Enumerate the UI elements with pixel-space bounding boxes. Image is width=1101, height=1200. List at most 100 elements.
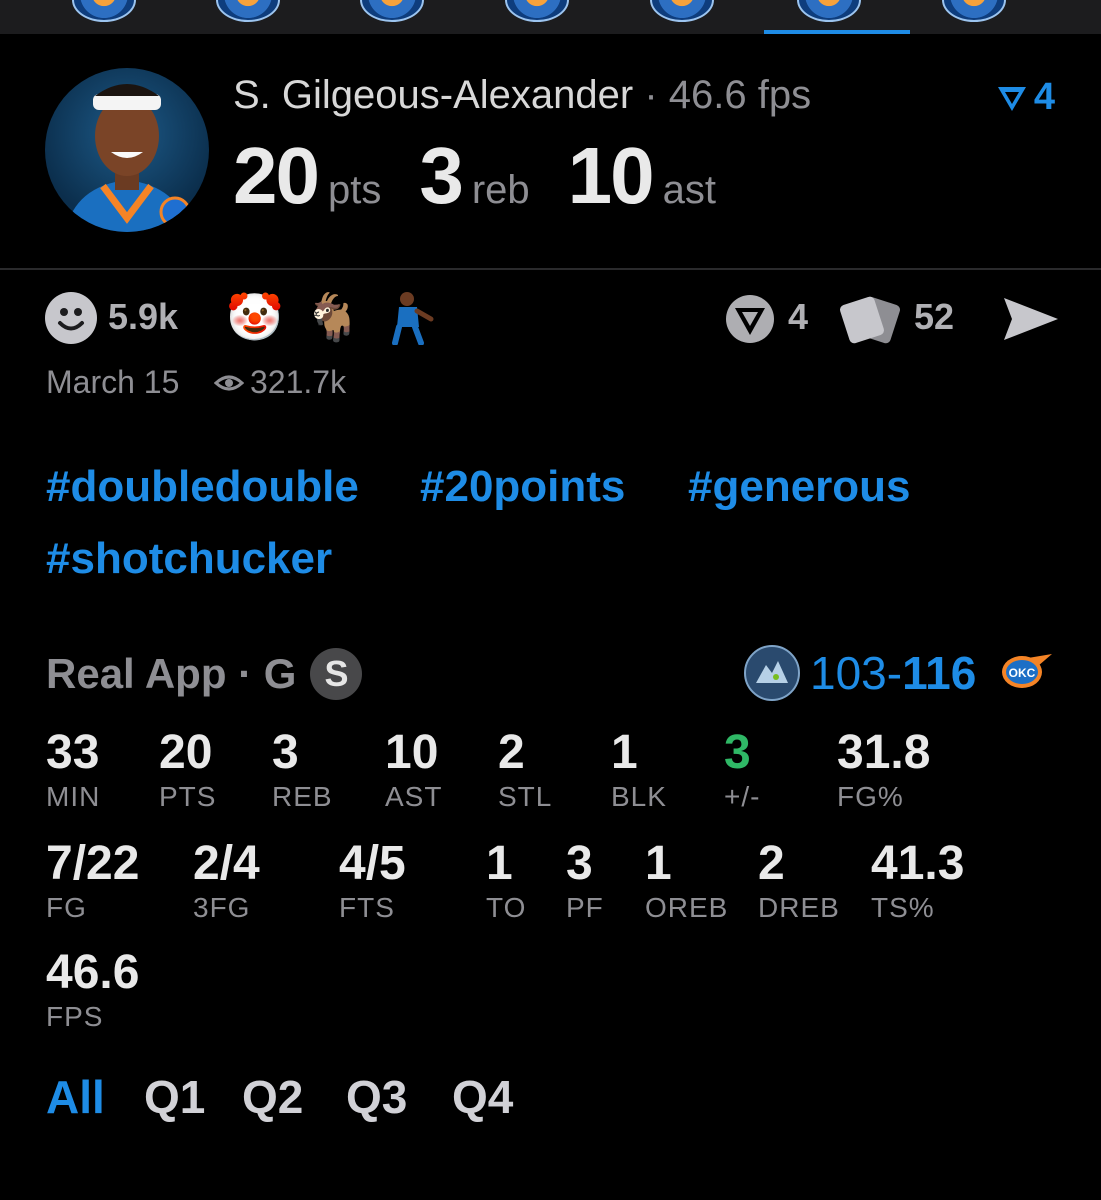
game-thumbnail-icon[interactable] (360, 0, 424, 22)
team-score: 116 (902, 647, 977, 699)
source-badge: S (310, 648, 363, 700)
stat-value: 33 (46, 726, 100, 779)
stat-fts: 4/5 FTS (339, 838, 406, 926)
clown-face-icon[interactable]: 🤡 (226, 290, 283, 344)
reaction-count[interactable]: 5.9k (108, 296, 178, 338)
hashtag[interactable]: #doubledouble (46, 462, 359, 512)
stat-label: 3FG (193, 892, 251, 923)
team-logo-icon: OKC (998, 650, 1054, 692)
game-thumbnail-icon[interactable] (650, 0, 714, 22)
tab-all[interactable]: All (46, 1070, 105, 1124)
eye-icon (214, 375, 244, 390)
view-count: 321.7k (214, 364, 346, 401)
stat-fps: 46.6 FPS (46, 947, 139, 1035)
player-name-line: S. Gilgeous-Alexander · 46.6 fps (233, 73, 811, 118)
stat-value: 2 (498, 726, 525, 779)
opponent-score: 103 (810, 647, 887, 699)
stat-value: 7/22 (46, 837, 140, 890)
stat-label: MIN (46, 781, 101, 812)
share-icon[interactable] (1002, 296, 1060, 342)
stat-value: 46.6 (46, 946, 140, 999)
rank-value: 4 (1033, 76, 1055, 118)
stat-value: 20 (159, 726, 213, 779)
stat-blk: 1 BLK (611, 727, 667, 815)
rebounds-value: 3 (419, 131, 463, 220)
stat-label: +/- (724, 781, 761, 812)
stat-pf: 3 PF (566, 838, 604, 926)
cards-count: 52 (914, 296, 955, 337)
stat-label: REB (272, 781, 333, 812)
stat-oreb: 1 OREB (645, 838, 728, 926)
goat-icon[interactable]: 🐐 (304, 290, 361, 344)
post-date: March 15 (46, 364, 180, 400)
stat-stl: 2 STL (498, 727, 552, 815)
stat-min: 33 MIN (46, 727, 100, 815)
source-label: Real App · G (46, 650, 297, 697)
selected-game-indicator (764, 30, 910, 34)
tab-q2[interactable]: Q2 (242, 1070, 303, 1124)
stat-label: AST (385, 781, 443, 812)
game-thumbnail-icon[interactable] (797, 0, 861, 22)
stat-value: 1 (486, 837, 513, 890)
game-thumbnail-icon[interactable] (505, 0, 569, 22)
headline-stats: 20 pts 3 reb 10 ast (233, 130, 754, 222)
player-headshot-icon (65, 84, 191, 232)
stat-label: BLK (611, 781, 667, 812)
tab-q4[interactable]: Q4 (452, 1070, 513, 1124)
fire-reaction-icon[interactable] (724, 293, 776, 345)
stat-plus-minus: 3 +/- (724, 727, 760, 815)
hashtag[interactable]: #shotchucker (46, 534, 332, 584)
game-thumbnail-icon[interactable] (72, 0, 136, 22)
game-thumbnail-icon[interactable] (942, 0, 1006, 22)
stat-pts: 20 PTS (159, 727, 216, 815)
tab-q3[interactable]: Q3 (346, 1070, 407, 1124)
stat-fg: 7/22 FG (46, 838, 139, 926)
stat-label: TS% (871, 892, 935, 923)
stat-value: 10 (385, 726, 439, 779)
hashtag[interactable]: #generous (688, 462, 911, 512)
svg-text:OKC: OKC (1009, 666, 1036, 680)
smiley-icon[interactable] (45, 292, 97, 344)
cards-icon[interactable] (838, 294, 904, 346)
fps-label: 46.6 fps (668, 73, 812, 117)
rebounds-unit: reb (471, 168, 530, 212)
stat-value: 1 (645, 837, 672, 890)
stat-label: FTS (339, 892, 395, 923)
divider (0, 268, 1101, 270)
stat-value: 3 (272, 726, 299, 779)
stat-fg-pct: 31.8 FG% (837, 727, 930, 815)
player-sticker-icon[interactable] (385, 289, 437, 346)
stat-value: 2/4 (193, 837, 260, 890)
stat-value: 3 (724, 726, 751, 779)
stat-value: 3 (566, 837, 593, 890)
stat-ast: 10 AST (385, 727, 442, 815)
points-unit: pts (327, 168, 382, 212)
separator-dot: · (644, 73, 658, 117)
game-thumbnail-icon[interactable] (216, 0, 280, 22)
player-avatar[interactable] (45, 68, 209, 232)
stat-label: TO (486, 892, 527, 923)
points-value: 20 (233, 131, 320, 220)
rank-badge[interactable]: 4 (996, 76, 1055, 119)
stat-value: 41.3 (871, 837, 965, 890)
player-name[interactable]: S. Gilgeous-Alexander (233, 73, 633, 117)
game-strip (0, 0, 1101, 34)
rank-flag-icon (997, 86, 1026, 111)
stat-value: 31.8 (837, 726, 931, 779)
tab-q1[interactable]: Q1 (144, 1070, 205, 1124)
stat-dreb: 2 DREB (758, 838, 840, 926)
stat-label: PF (566, 892, 604, 923)
hashtag[interactable]: #20points (420, 462, 625, 512)
stat-to: 1 TO (486, 838, 526, 926)
assists-unit: ast (662, 168, 716, 212)
views-value: 321.7k (250, 364, 347, 400)
opponent-logo-icon[interactable] (744, 645, 800, 701)
assists-value: 10 (567, 131, 655, 220)
stat-label: FPS (46, 1001, 104, 1032)
stat-ts-pct: 41.3 TS% (871, 838, 964, 926)
game-score[interactable]: 103-116 (810, 646, 976, 700)
score-separator: - (886, 647, 903, 699)
stat-label: FG (46, 892, 87, 923)
stat-label: PTS (159, 781, 217, 812)
stat-label: FG% (837, 781, 904, 812)
